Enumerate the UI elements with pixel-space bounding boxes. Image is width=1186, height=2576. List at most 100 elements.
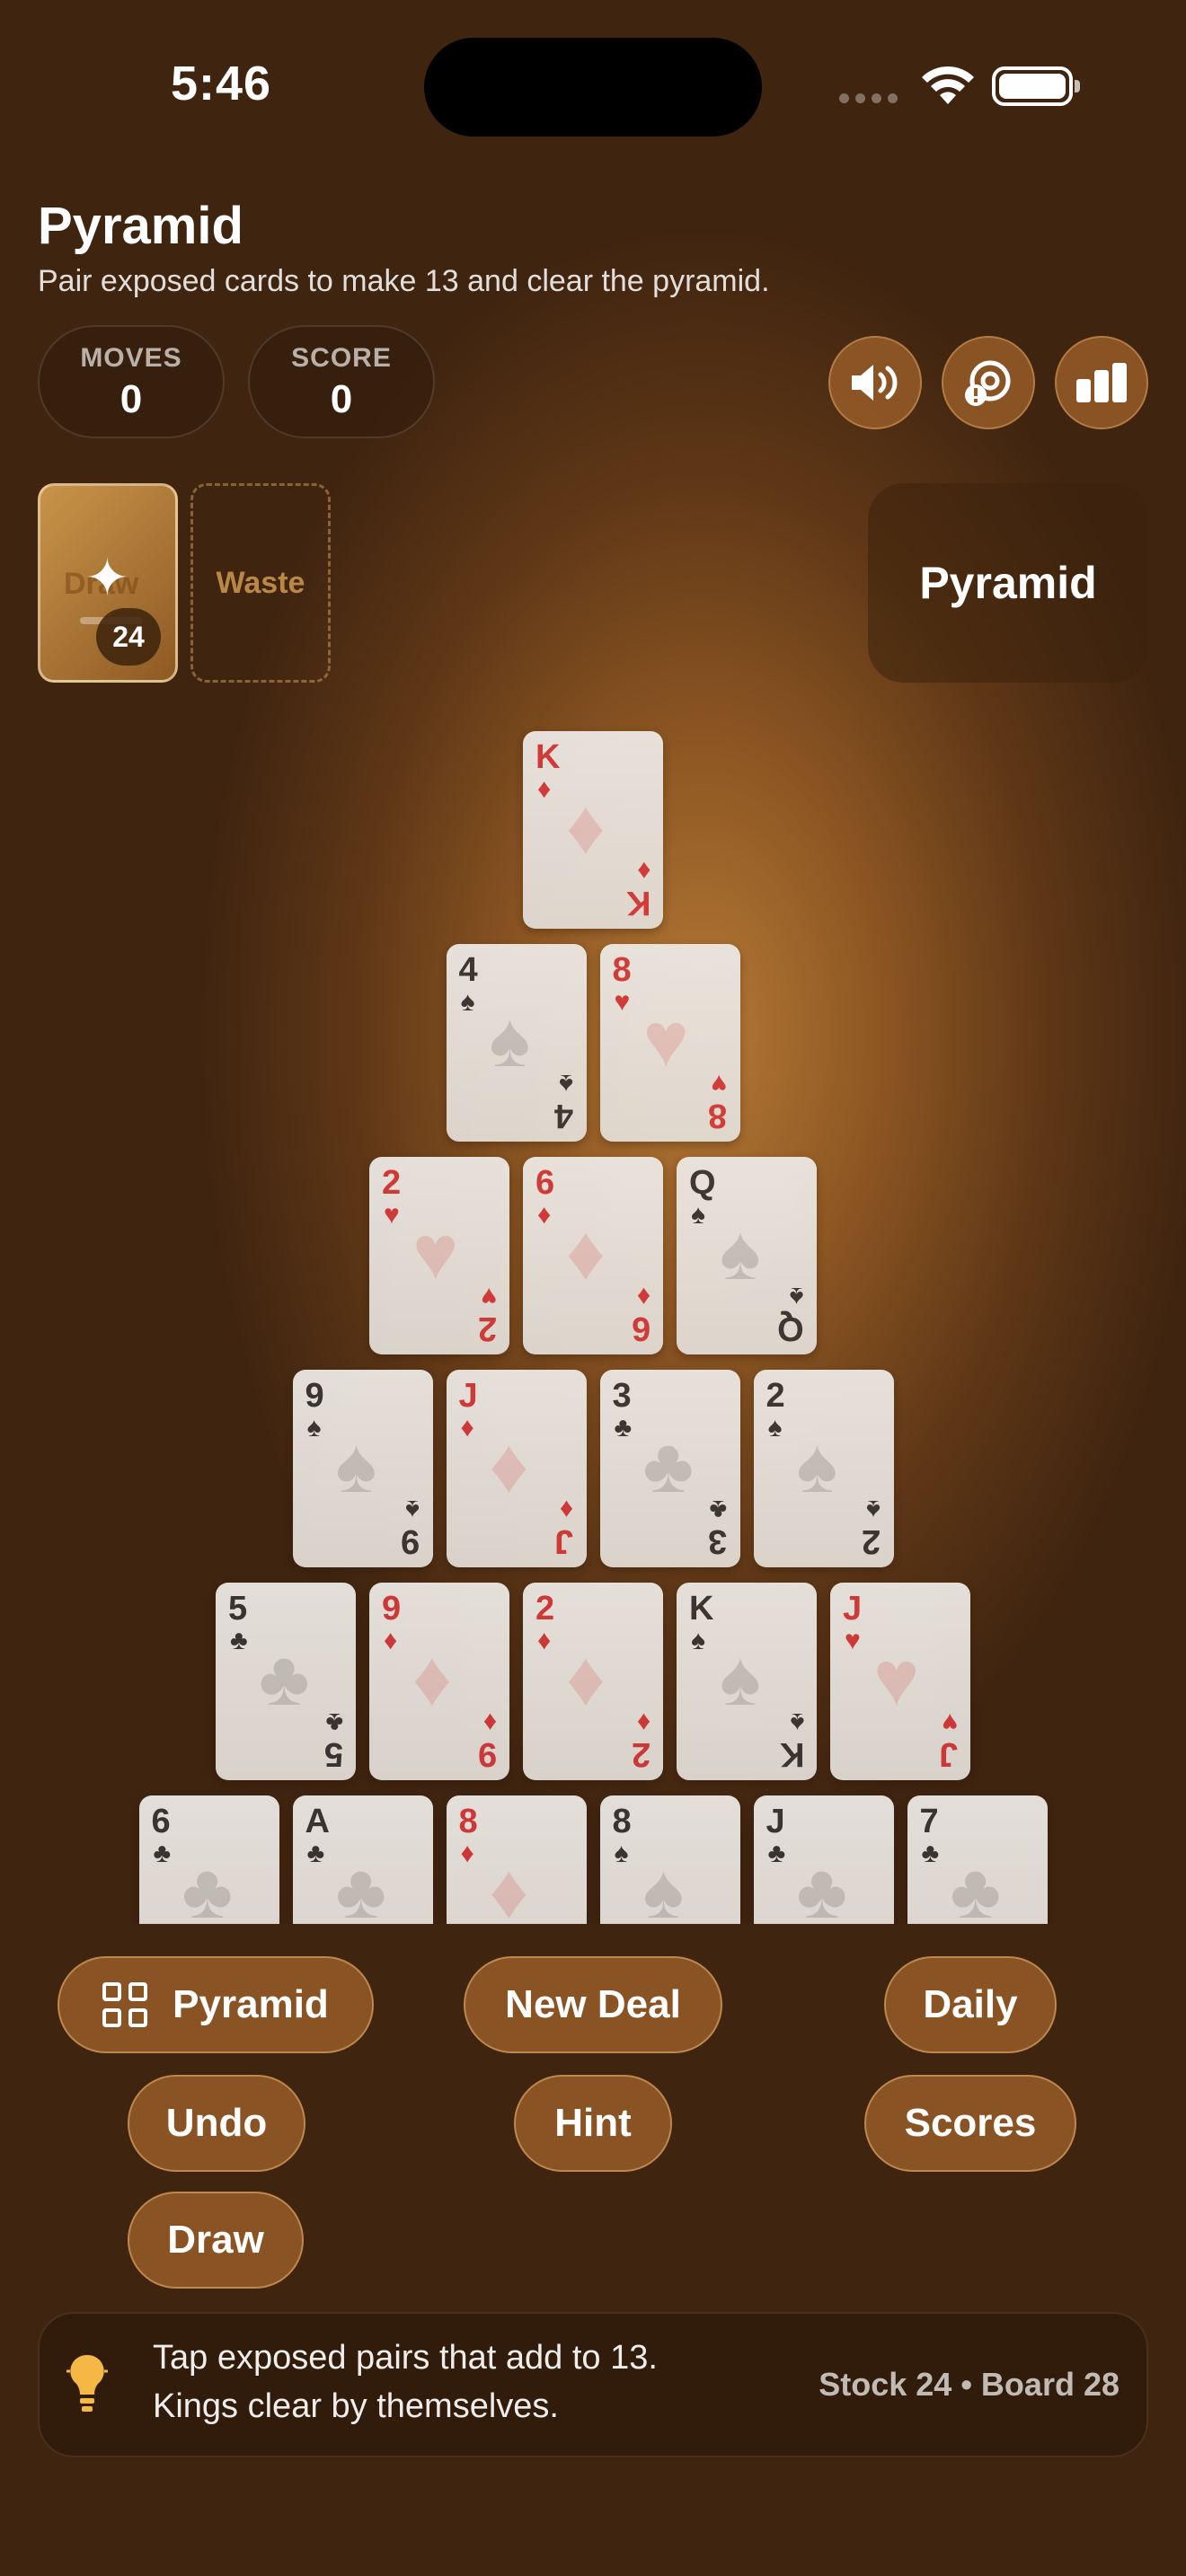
pyramid-mode-button[interactable]: Pyramid (58, 1956, 374, 2053)
help-icon (965, 360, 1011, 406)
card-suit-icon: ♦ (636, 1282, 651, 1311)
card-corner: 6 ♦ (631, 1282, 651, 1347)
pyramid-card[interactable]: 3 ♣ ♣ 3 ♣ (599, 1370, 740, 1567)
cellular-signal-icon (839, 93, 898, 103)
card-suit-icon: ♥ (711, 1069, 728, 1098)
card-corner: J ♥ (939, 1707, 958, 1773)
card-rank: 5 (323, 1735, 343, 1773)
hint-button[interactable]: Hint (514, 2075, 672, 2172)
card-rank: 6 (535, 1164, 555, 1202)
stock-count-badge: 24 (96, 608, 161, 666)
card-suit-icon: ♥ (384, 1200, 400, 1230)
card-suit-icon: ♦ (554, 1920, 573, 1924)
pyramid-card[interactable]: 6♣♣6♣ (138, 1795, 279, 1924)
card-suit-icon: ♠ (790, 1282, 804, 1311)
card-suit-icon: ♣ (306, 1839, 325, 1868)
card-rank: 8 (612, 951, 632, 989)
card-suit-icon: ♣ (247, 1920, 267, 1924)
card-rank: K (689, 1590, 714, 1628)
pyramid-card[interactable]: 2 ♠ ♠ 2 ♠ (753, 1370, 894, 1567)
card-center-suit-icon: ♠ (489, 997, 531, 1083)
pile-counts: Stock 24 • Board 28 (819, 2366, 1120, 2403)
pyramid-card[interactable]: J♣♣J♣ (753, 1795, 894, 1924)
card-suit-icon: ♣ (1015, 1920, 1035, 1924)
pyramid-card[interactable]: 4 ♠ ♠ 4 ♠ (446, 944, 587, 1142)
undo-button[interactable]: Undo (128, 2075, 305, 2172)
pyramid-board: K ♦ ♦ K ♦ 4 ♠ ♠ 4 ♠ 8 ♥ ♥ 8 ♥ 2 ♥ ♥ 2 ♥ 6 ♦ ♦ 6 ♦ Q ♠ ♠ Q ♠ 9 ♠ ♠ 9 ♠ J ♦ ♦ J ♦… (0, 719, 1186, 1924)
pyramid-card[interactable]: 6 ♦ ♦ 6 ♦ (523, 1157, 663, 1354)
score-value: 0 (330, 377, 353, 421)
card-rank: 4 (458, 951, 478, 989)
card-suit-icon: ♥ (481, 1282, 497, 1311)
card-suit-icon: ♦ (460, 1839, 474, 1868)
hint-line-1: Tap exposed pairs that add to 13. (153, 2339, 658, 2377)
card-corner: J ♦ (554, 1495, 574, 1560)
pyramid-card[interactable]: 2 ♥ ♥ 2 ♥ (369, 1157, 509, 1354)
card-rank: 6 (631, 1310, 651, 1347)
pyramid-mode-label: Pyramid (173, 1982, 329, 2026)
card-corner: A♣ (395, 1920, 420, 1924)
pyramid-card[interactable]: 9 ♠ ♠ 9 ♠ (292, 1370, 433, 1567)
hint-line-2: Kings clear by themselves. (153, 2387, 559, 2425)
pyramid-card[interactable]: 9 ♦ ♦ 9 ♦ (369, 1583, 509, 1780)
pyramid-card[interactable]: 5 ♣ ♣ 5 ♣ (216, 1583, 356, 1780)
card-suit-icon: ♥ (614, 987, 631, 1017)
card-center-suit-icon: ♣ (335, 1848, 386, 1924)
daily-button[interactable]: Daily (884, 1956, 1057, 2053)
pyramid-card[interactable]: K ♦ ♦ K ♦ (523, 731, 663, 929)
card-rank: K (535, 738, 561, 776)
card-rank: 8 (458, 1803, 478, 1840)
card-rank: 2 (766, 1377, 785, 1415)
card-rank: 9 (305, 1377, 324, 1415)
card-corner: 5 ♣ (323, 1707, 343, 1773)
pyramid-card[interactable]: 8♠♠8♠ (599, 1795, 740, 1924)
card-suit-icon: ♦ (482, 1707, 497, 1737)
card-corner: 9 ♠ (401, 1495, 420, 1560)
card-rank: K (779, 1735, 804, 1773)
lightbulb-icon (66, 2354, 108, 2412)
moves-value: 0 (119, 377, 143, 421)
card-corner: K ♠ (779, 1707, 804, 1773)
card-corner: 2 ♦ (632, 1707, 651, 1773)
card-suit-icon: ♥ (942, 1707, 958, 1737)
card-corner: 6♣ (247, 1920, 267, 1924)
pyramid-card[interactable]: 7♣♣7♣ (907, 1795, 1048, 1924)
pyramid-card[interactable]: A♣♣A♣ (292, 1795, 433, 1924)
card-suit-icon: ♦ (460, 1413, 474, 1442)
pyramid-card[interactable]: J ♥ ♥ J ♥ (830, 1583, 970, 1780)
card-rank: J (554, 1522, 574, 1560)
new-deal-button[interactable]: New Deal (464, 1956, 722, 2053)
card-rank: Q (777, 1310, 804, 1347)
waste-pile[interactable]: Waste (190, 483, 331, 683)
pyramid-card[interactable]: Q ♠ ♠ Q ♠ (677, 1157, 817, 1354)
card-corner: 8♠ (708, 1920, 728, 1924)
card-center-suit-icon: ♥ (873, 1636, 920, 1722)
speaker-icon (852, 365, 898, 401)
moves-counter: MOVES 0 (38, 325, 225, 438)
card-center-suit-icon: ♣ (259, 1636, 310, 1722)
page-title: Pyramid (38, 197, 243, 255)
pyramid-card[interactable]: 8♦♦8♦ (446, 1795, 587, 1924)
pyramid-card[interactable]: J ♦ ♦ J ♦ (446, 1370, 587, 1567)
card-suit-icon: ♠ (691, 1626, 705, 1655)
card-suit-icon: ♦ (537, 774, 552, 804)
card-rank: J (458, 1377, 478, 1415)
stock-pile[interactable]: Draw ✦ 24 (38, 483, 178, 683)
draw-button[interactable]: Draw (128, 2192, 304, 2289)
card-rank: 2 (535, 1590, 555, 1628)
mode-badge: Pyramid (868, 483, 1148, 683)
pyramid-card[interactable]: K ♠ ♠ K ♠ (677, 1583, 817, 1780)
help-button[interactable] (942, 336, 1035, 429)
scores-button[interactable]: Scores (864, 2075, 1076, 2172)
pyramid-card[interactable]: 8 ♥ ♥ 8 ♥ (599, 944, 740, 1142)
card-corner: 8 ♥ (708, 1069, 728, 1134)
card-suit-icon: ♦ (537, 1626, 552, 1655)
sound-button[interactable] (828, 336, 922, 429)
pyramid-card[interactable]: 2 ♦ ♦ 2 ♦ (523, 1583, 663, 1780)
card-suit-icon: ♣ (614, 1413, 633, 1442)
card-suit-icon: ♦ (560, 1495, 574, 1524)
card-suit-icon: ♠ (614, 1839, 629, 1868)
card-rank: 2 (862, 1522, 881, 1560)
stats-button[interactable] (1055, 336, 1148, 429)
card-suit-icon: ♣ (709, 1495, 728, 1524)
